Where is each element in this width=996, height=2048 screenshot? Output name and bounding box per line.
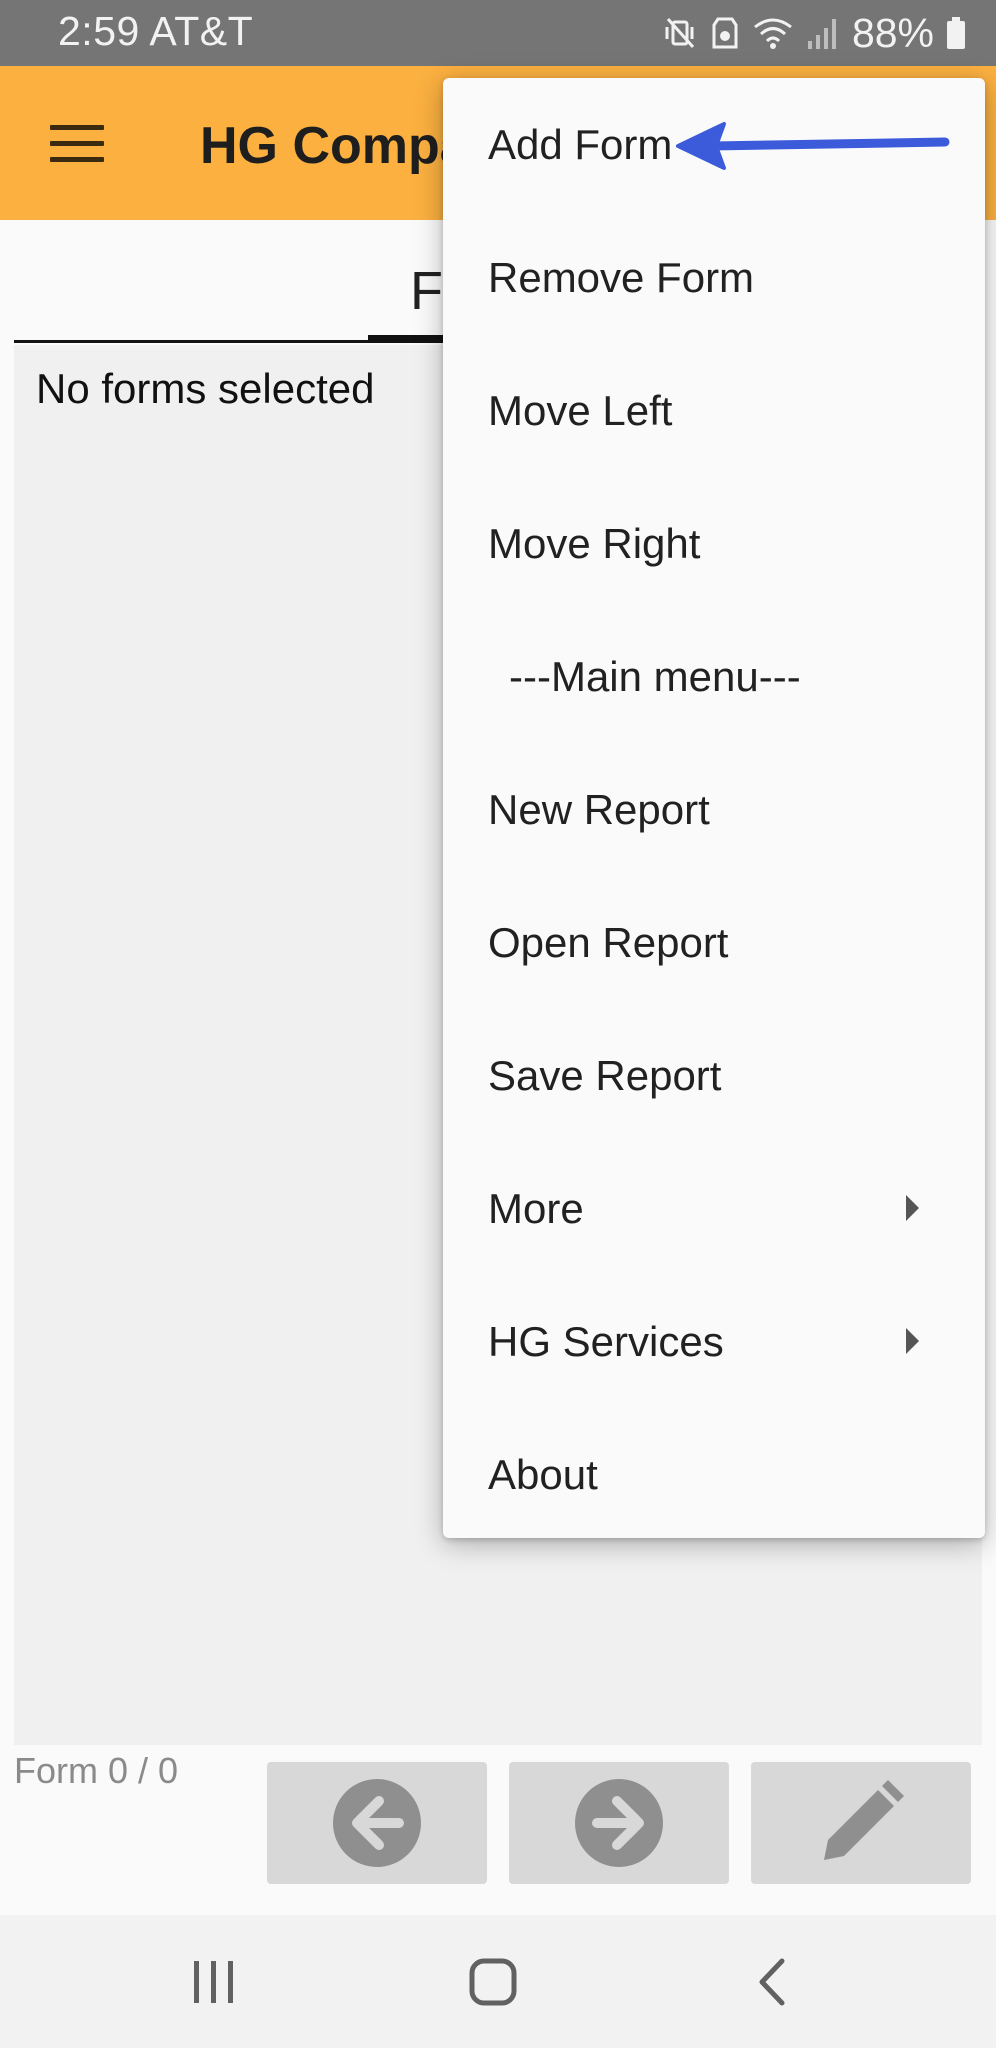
menu-item-save-report[interactable]: Save Report	[443, 1009, 985, 1142]
next-arrow-icon	[575, 1779, 663, 1867]
app-title: HG Compa	[200, 117, 469, 175]
menu-item-open-report[interactable]: Open Report	[443, 876, 985, 1009]
status-icons: 88%	[662, 8, 966, 58]
menu-item-label: Open Report	[488, 918, 729, 966]
wifi-icon	[754, 18, 792, 49]
submenu-arrow-icon	[906, 1328, 919, 1354]
menu-item-move-right[interactable]: Move Right	[443, 477, 985, 610]
menu-item-hg-services[interactable]: HG Services	[443, 1275, 985, 1408]
menu-item-label: About	[488, 1450, 598, 1498]
signal-icon	[807, 19, 836, 49]
battery-icon	[947, 17, 965, 49]
submenu-arrow-icon	[906, 1195, 919, 1221]
status-bar: 2:59 AT&T 88%	[0, 0, 996, 66]
menu-item-label: Save Report	[488, 1051, 722, 1099]
tab-forms[interactable]: F	[410, 260, 443, 322]
back-icon[interactable]	[752, 1957, 792, 2007]
battery-percent: 88%	[851, 9, 934, 56]
vibrate-mute-icon	[665, 18, 695, 48]
home-icon[interactable]	[468, 1957, 518, 2007]
menu-item-add-form[interactable]: Add Form	[443, 78, 985, 211]
menu-item-label: Remove Form	[488, 253, 755, 301]
menu-item-more[interactable]: More	[443, 1142, 985, 1275]
menu-item-label: Move Left	[488, 386, 673, 434]
menu-item-label: Move Right	[488, 519, 701, 567]
menu-item-label: Add Form	[488, 120, 673, 168]
menu-item-about[interactable]: About	[443, 1408, 985, 1541]
menu-section-main-menu: ---Main menu---	[443, 610, 985, 743]
hamburger-menu-icon[interactable]	[50, 125, 104, 163]
empty-message: No forms selected	[36, 365, 375, 412]
menu-section-label: ---Main menu---	[509, 652, 801, 700]
menu-item-move-left[interactable]: Move Left	[443, 344, 985, 477]
recent-apps-icon[interactable]	[190, 1957, 238, 2007]
previous-form-button[interactable]	[267, 1762, 487, 1884]
menu-item-new-report[interactable]: New Report	[443, 743, 985, 876]
next-form-button[interactable]	[509, 1762, 729, 1884]
menu-item-label: More	[488, 1184, 584, 1232]
previous-arrow-icon	[333, 1779, 421, 1867]
menu-item-label: New Report	[488, 785, 710, 833]
overflow-menu: Add Form Remove Form Move Left Move Righ…	[443, 78, 985, 1538]
menu-item-remove-form[interactable]: Remove Form	[443, 211, 985, 344]
status-time-carrier: 2:59 AT&T	[58, 8, 254, 54]
data-saver-icon	[712, 17, 738, 49]
menu-item-label: HG Services	[488, 1317, 724, 1365]
form-counter: Form 0 / 0	[14, 1750, 179, 1791]
system-nav-bar	[0, 1915, 996, 2048]
edit-pencil-icon	[824, 1780, 904, 1860]
edit-form-button[interactable]	[751, 1762, 971, 1884]
